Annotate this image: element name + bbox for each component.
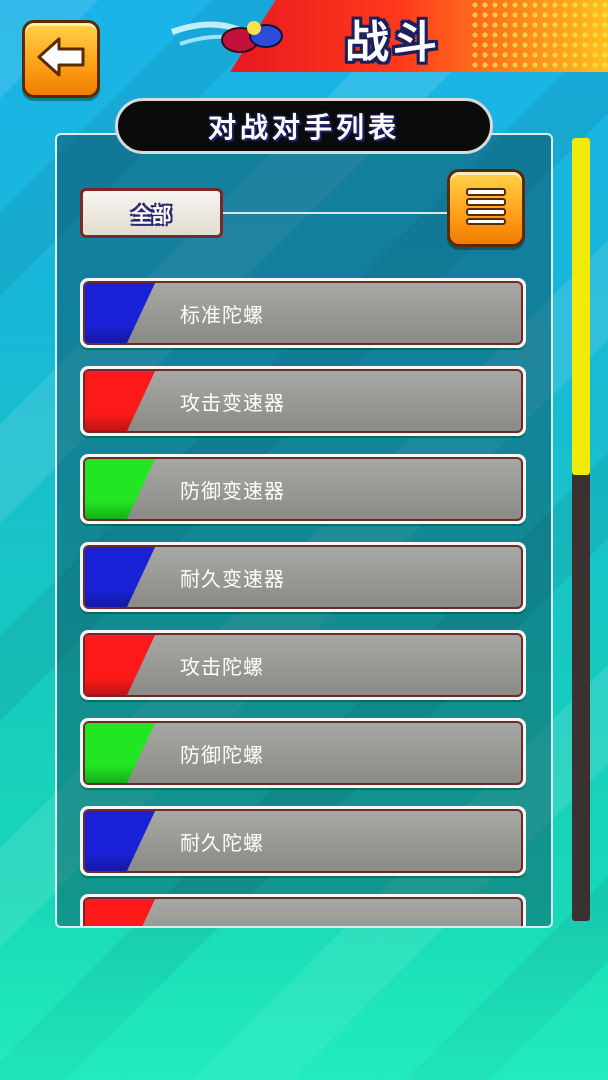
filter-divider xyxy=(223,212,449,214)
list-item[interactable]: 攻击变速器 xyxy=(80,366,526,436)
list-item-label: 耐久变速器 xyxy=(180,566,285,591)
opponent-list: 标准陀螺 攻击变速器 防御变速器 耐久变速器 攻击陀螺 防御陀螺 耐久陀螺 xyxy=(80,278,530,926)
list-item-body: 防御陀螺 xyxy=(83,721,523,785)
spinning-tops-icon xyxy=(170,21,283,53)
list-item-body: 攻击变速器 xyxy=(83,369,523,433)
list-item[interactable]: 防御变速器 xyxy=(80,454,526,524)
type-color-chip xyxy=(85,371,155,431)
back-button[interactable] xyxy=(22,20,100,98)
type-color-chip xyxy=(85,283,155,343)
list-item-label: 攻击变速器 xyxy=(180,390,285,415)
list-item-body: 防御变速器 xyxy=(83,457,523,521)
type-color-chip xyxy=(85,547,155,607)
list-item-label: 防御变速器 xyxy=(180,478,285,503)
header-banner: 战斗 xyxy=(170,0,608,72)
list-item-body: 标准陀螺 xyxy=(83,281,523,345)
list-item-label: 耐久陀螺 xyxy=(180,830,264,855)
list-item-body: 耐久变速器 xyxy=(83,545,523,609)
filter-tab-all[interactable]: 全部 xyxy=(80,188,223,238)
list-item[interactable]: 攻击陀螺 xyxy=(80,630,526,700)
scrollbar-track[interactable] xyxy=(572,138,590,921)
banner-dots xyxy=(470,0,608,72)
type-color-chip xyxy=(85,811,155,871)
list-item-label: 攻击陀螺 xyxy=(180,654,264,679)
arrow-left-icon xyxy=(35,35,87,83)
list-item-label: 防御陀螺 xyxy=(180,742,264,767)
list-item-body xyxy=(83,897,523,926)
hamburger-menu-icon xyxy=(464,186,508,230)
list-item[interactable]: 防御陀螺 xyxy=(80,718,526,788)
menu-button[interactable] xyxy=(447,169,525,247)
opponent-list-panel: 全部 标准陀螺 攻击变速器 防御变速器 耐久变速器 攻击陀螺 防御陀螺 耐久陀螺 xyxy=(55,133,553,928)
list-item[interactable] xyxy=(80,894,526,926)
list-item[interactable]: 标准陀螺 xyxy=(80,278,526,348)
type-color-chip xyxy=(85,899,155,926)
panel-title: 对战对手列表 xyxy=(115,98,493,154)
list-item[interactable]: 耐久陀螺 xyxy=(80,806,526,876)
type-color-chip xyxy=(85,459,155,519)
list-item-label: 标准陀螺 xyxy=(180,302,264,327)
scrollbar-thumb[interactable] xyxy=(572,138,590,475)
list-item-body: 攻击陀螺 xyxy=(83,633,523,697)
type-color-chip xyxy=(85,723,155,783)
list-item-body: 耐久陀螺 xyxy=(83,809,523,873)
list-item[interactable]: 耐久变速器 xyxy=(80,542,526,612)
type-color-chip xyxy=(85,635,155,695)
page-title: 战斗 xyxy=(345,17,441,68)
